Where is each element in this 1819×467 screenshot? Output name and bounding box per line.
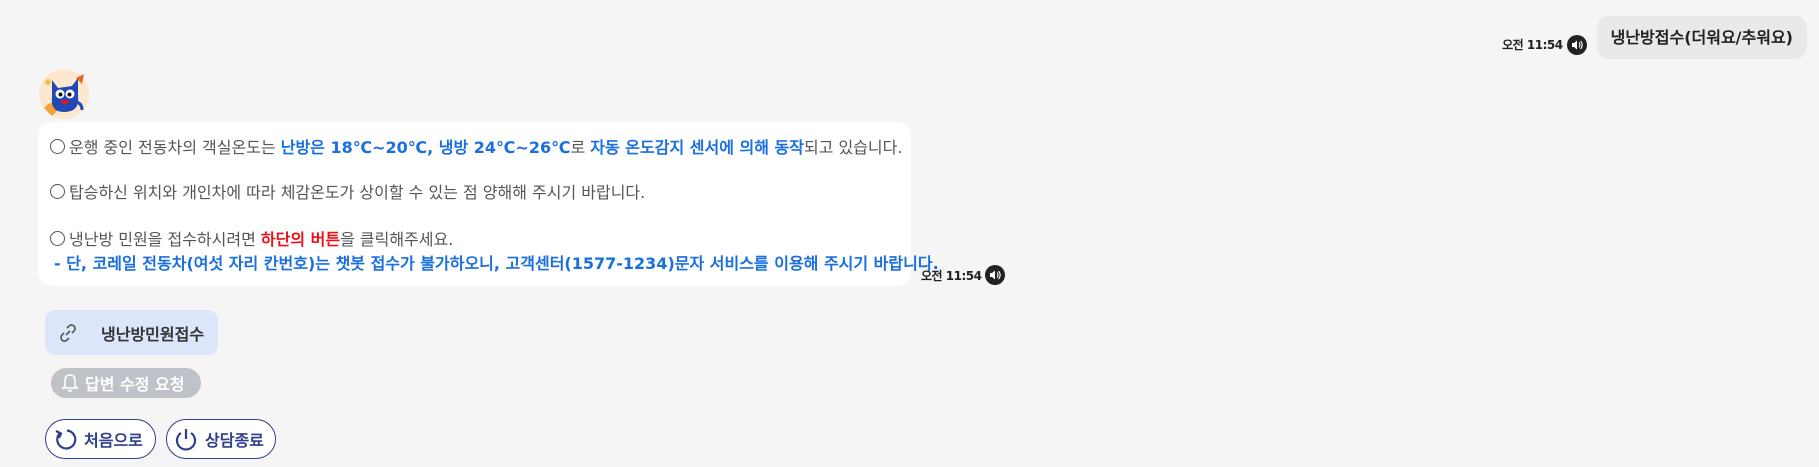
user-message-bubble: 냉난방접수(더워요/추워요) xyxy=(1596,16,1807,59)
line2-text: 탑승하신 위치와 개인차에 따라 체감온도가 상이할 수 있는 점 양해해 주시… xyxy=(69,183,646,202)
line3-suffix: 을 클릭해주세요. xyxy=(340,230,454,249)
line1-prefix: 운행 중인 전동차의 객실온도는 xyxy=(69,138,281,157)
user-message-time: 오전 11:54 xyxy=(1502,38,1563,52)
line3-prefix: 냉난방 민원을 접수하시려면 xyxy=(69,230,261,249)
bot-note: - 단, 코레일 전동차(여섯 자리 칸번호)는 챗봇 접수가 불가하오니, 고… xyxy=(54,254,939,273)
circle-bullet-icon xyxy=(50,231,65,246)
refresh-icon xyxy=(52,426,78,452)
go-to-start-button[interactable]: 처음으로 xyxy=(45,419,156,459)
user-message-meta: 오전 11:54 xyxy=(1502,34,1587,55)
bell-icon xyxy=(61,373,79,393)
bot-line-1: 운행 중인 전동차의 객실온도는 난방은 18℃~20℃, 냉방 24℃~26℃… xyxy=(50,136,902,160)
circle-bullet-icon xyxy=(50,139,65,154)
bot-message-meta: 오전 11:54 xyxy=(921,265,1006,285)
edit-request-button[interactable]: 답변 수정 요청 xyxy=(51,368,201,398)
user-message-row: 오전 11:54 냉난방접수(더워요/추워요) xyxy=(1502,16,1807,59)
end-consultation-button[interactable]: 상담종료 xyxy=(166,419,276,459)
link-icon xyxy=(57,322,79,344)
line3-highlight: 하단의 버튼 xyxy=(260,230,341,249)
bot-line-3: 냉난방 민원을 접수하시려면 하단의 버튼을 클릭해주세요. xyxy=(50,228,899,252)
go-to-start-label: 처음으로 xyxy=(84,431,143,450)
line1-sensor-text: 자동 온도감지 센서에 의해 동작 xyxy=(590,138,804,157)
line1-suffix: 되고 있습니다. xyxy=(803,138,903,157)
link-button-label: 냉난방민원접수 xyxy=(101,324,205,344)
end-consultation-label: 상담종료 xyxy=(205,431,264,450)
speaker-icon[interactable] xyxy=(985,265,1006,285)
bot-line-2: 탑승하신 위치와 개인차에 따라 체감온도가 상이할 수 있는 점 양해해 주시… xyxy=(50,181,899,205)
cooling-heating-complaint-button[interactable]: 냉난방민원접수 xyxy=(45,310,218,355)
circle-bullet-icon xyxy=(50,184,65,199)
power-icon xyxy=(173,426,199,452)
bot-message-time: 오전 11:54 xyxy=(921,268,982,283)
mascot-avatar-icon xyxy=(38,68,90,120)
line1-temperature-range: 난방은 18℃~20℃, 냉방 24℃~26℃ xyxy=(280,138,571,157)
edit-request-label: 답변 수정 요청 xyxy=(85,375,185,394)
line1-mid: 로 xyxy=(570,138,591,157)
bot-message-bubble: 운행 중인 전동차의 객실온도는 난방은 18℃~20℃, 냉방 24℃~26℃… xyxy=(38,122,939,286)
speaker-icon[interactable] xyxy=(1566,34,1587,55)
